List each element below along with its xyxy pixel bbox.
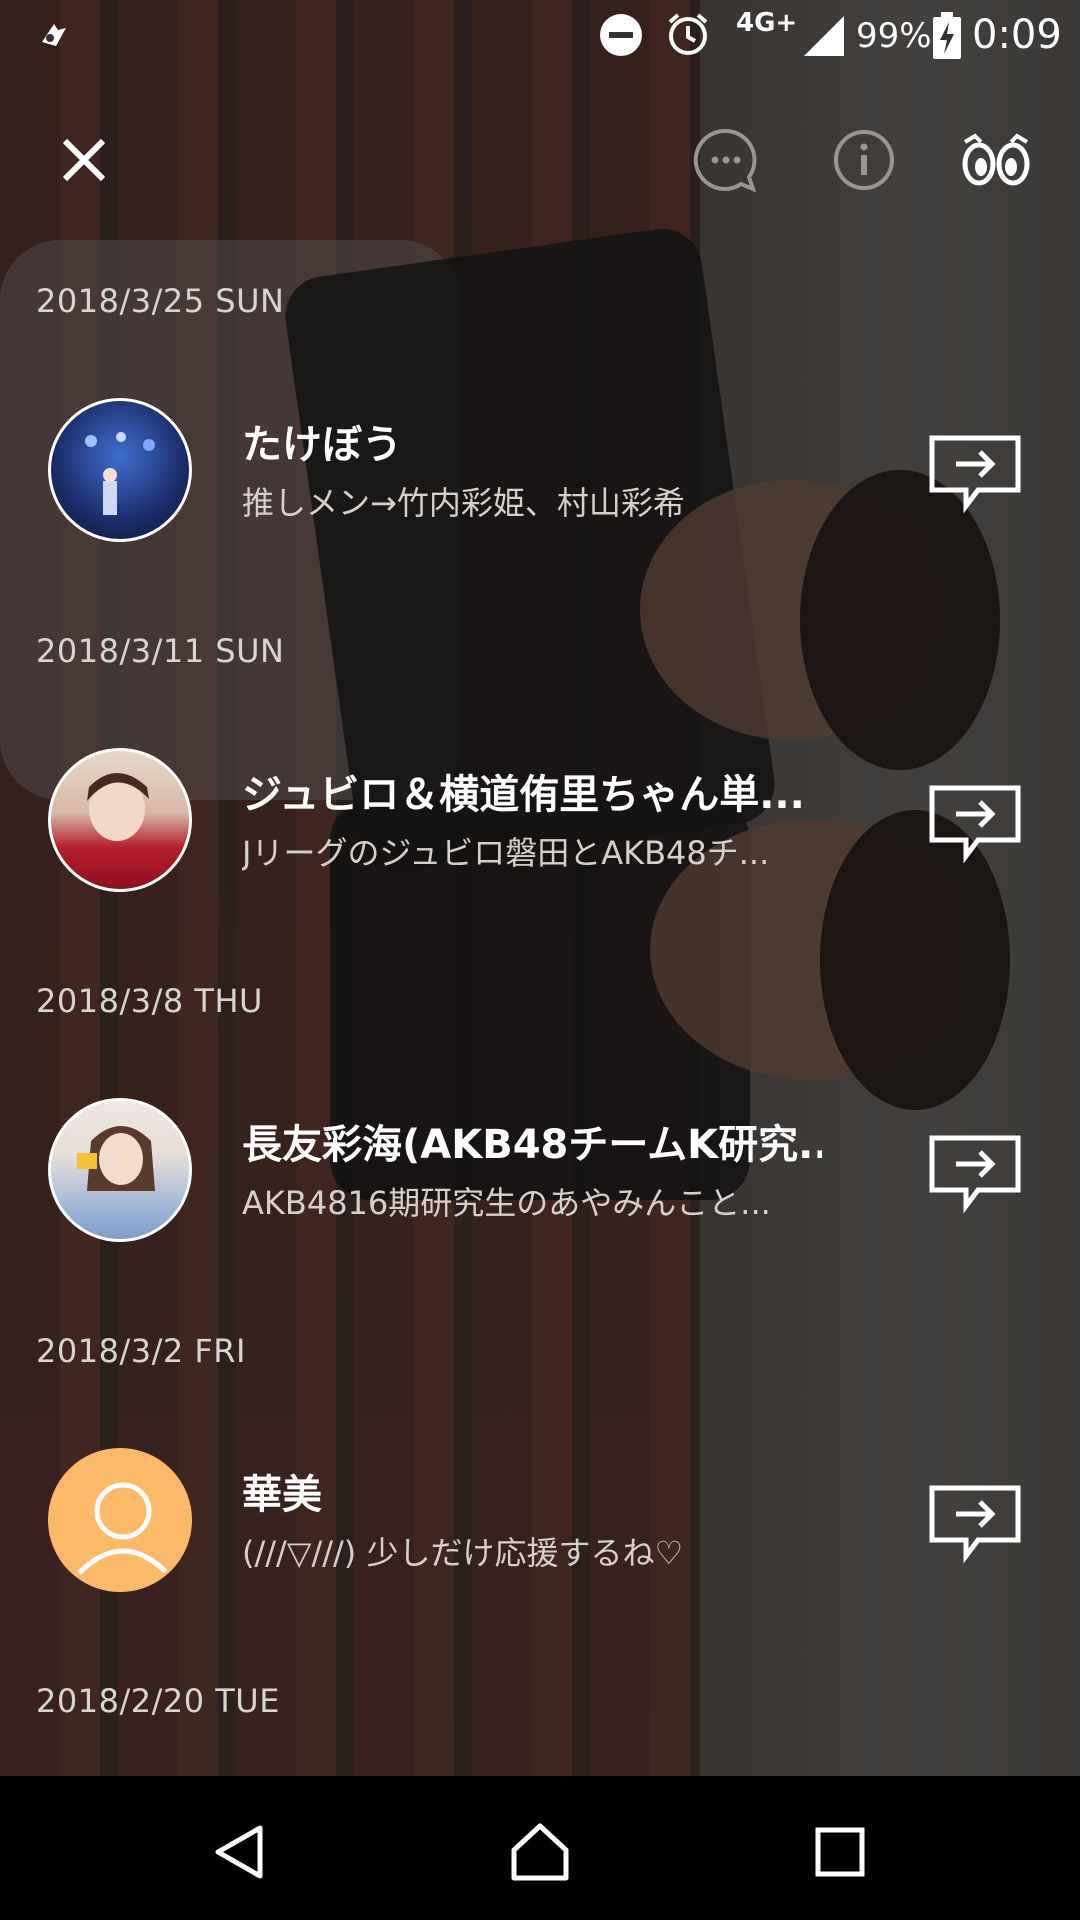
toolbar: [0, 100, 1080, 210]
list-item[interactable]: たけぼう 推しメン→竹内彩姫、村山彩希: [0, 398, 1080, 548]
close-icon[interactable]: [44, 120, 124, 200]
avatar[interactable]: [48, 1098, 192, 1242]
avatar[interactable]: [48, 1448, 192, 1592]
list-item[interactable]: 華美 (///▽///) 少しだけ応援するね♡: [0, 1448, 1080, 1598]
info-icon[interactable]: [824, 120, 904, 200]
comment-icon[interactable]: [686, 120, 766, 200]
share-icon[interactable]: [928, 1484, 1024, 1564]
date-header: 2018/3/25 SUN: [36, 282, 285, 320]
share-icon[interactable]: [928, 1134, 1024, 1214]
app-notification-icon: [36, 16, 72, 61]
entry-subtitle: (///▽///) 少しだけ応援するね♡: [242, 1534, 684, 1572]
navigation-bar: [0, 1776, 1080, 1920]
entry-subtitle: 推しメン→竹内彩姫、村山彩希: [242, 484, 685, 522]
home-icon[interactable]: [500, 1812, 580, 1892]
do-not-disturb-icon: [598, 12, 644, 67]
clock: 0:09: [972, 12, 1062, 58]
entry-title: 長友彩海(AKB48チームK研究...: [242, 1122, 822, 1168]
date-header: 2018/2/20 TUE: [36, 1682, 280, 1720]
avatar[interactable]: [48, 748, 192, 892]
list-item[interactable]: ジュビロ＆横道侑里ちゃん単... Jリーグのジュビロ磐田とAKB48チ...: [0, 748, 1080, 898]
list-item[interactable]: 長友彩海(AKB48チームK研究... AKB4816期研究生のあやみんこと..…: [0, 1098, 1080, 1248]
recents-icon[interactable]: [800, 1812, 880, 1892]
date-header: 2018/3/8 THU: [36, 982, 263, 1020]
entry-title: ジュビロ＆横道侑里ちゃん単...: [242, 772, 805, 818]
alarm-icon: [664, 10, 712, 67]
signal-icon: [802, 14, 846, 67]
date-header: 2018/3/11 SUN: [36, 632, 285, 670]
date-header: 2018/3/2 FRI: [36, 1332, 246, 1370]
entry-subtitle: AKB4816期研究生のあやみんこと...: [242, 1184, 771, 1222]
eyes-icon[interactable]: [956, 120, 1036, 200]
entry-title: たけぼう: [242, 422, 402, 468]
battery-charging-icon: [932, 12, 962, 69]
network-type: 4G+: [736, 8, 798, 38]
back-icon[interactable]: [200, 1812, 280, 1892]
share-icon[interactable]: [928, 784, 1024, 864]
battery-percent: 99%: [856, 16, 932, 56]
status-bar: 4G+ 99% 0:09: [0, 0, 1080, 72]
entry-subtitle: Jリーグのジュビロ磐田とAKB48チ...: [242, 834, 770, 872]
entry-title: 華美: [242, 1472, 322, 1518]
share-icon[interactable]: [928, 434, 1024, 514]
avatar[interactable]: [48, 398, 192, 542]
